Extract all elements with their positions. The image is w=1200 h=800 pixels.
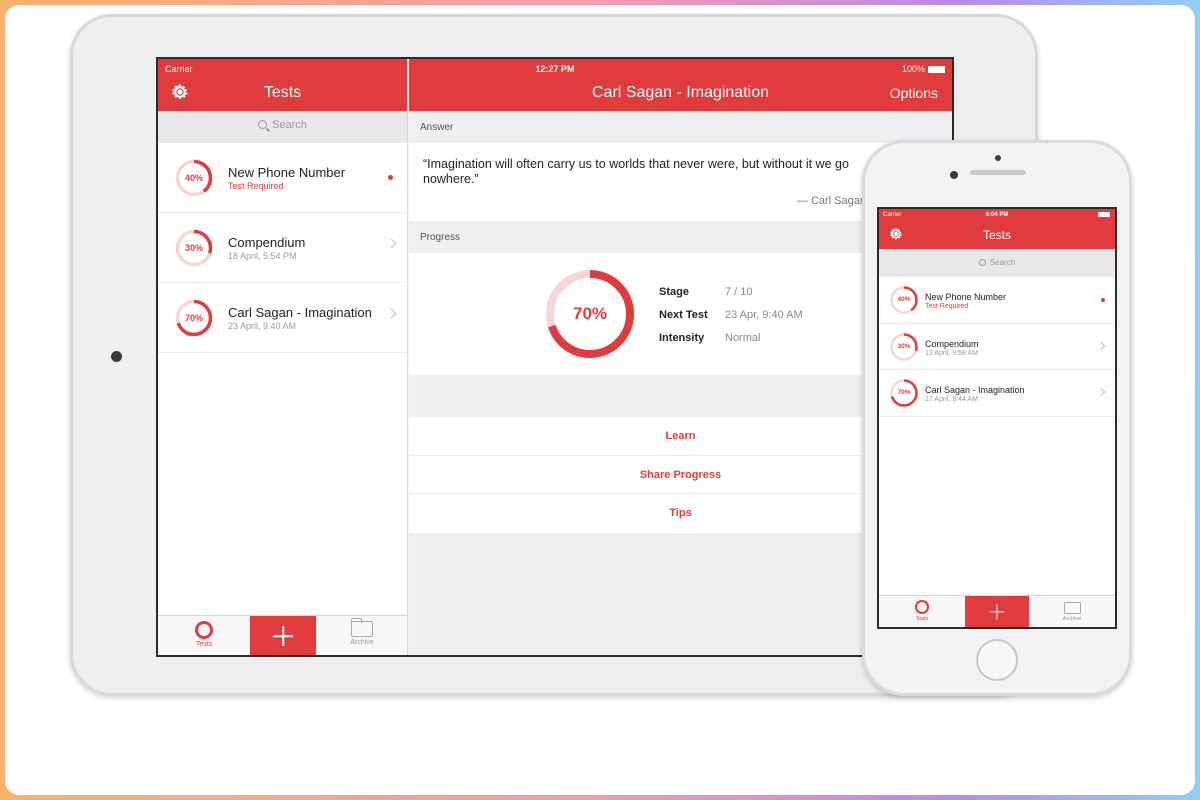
- phone-search-bar[interactable]: Search: [879, 249, 1115, 277]
- list-item[interactable]: 70% Carl Sagan - Imagination 23 April, 9…: [158, 283, 407, 353]
- item-title: Compendium: [925, 338, 979, 349]
- folder-icon: [1063, 602, 1081, 614]
- tab-archive-label: Archive: [1062, 616, 1082, 622]
- progress-ring: 30%: [174, 228, 214, 268]
- chevron-right-icon: [386, 238, 397, 249]
- progress-percent: 70%: [184, 313, 203, 323]
- intensity-value: Normal: [725, 332, 761, 344]
- add-test-button[interactable]: [250, 616, 316, 655]
- item-subtitle: 17 April, 9:44 AM: [925, 396, 978, 403]
- progress-percent: 40%: [184, 173, 203, 183]
- unread-dot-icon: [388, 175, 393, 180]
- options-button[interactable]: Options: [890, 85, 938, 101]
- item-title: Carl Sagan - Imagination: [925, 385, 1025, 395]
- progress-ring: 40%: [889, 285, 919, 315]
- camera-icon: [111, 351, 122, 362]
- quote-author: — Carl Sagan: [796, 195, 866, 207]
- item-subtitle: Test Required: [228, 181, 284, 191]
- next-test-label: Next Test: [659, 309, 708, 321]
- folder-icon: [351, 618, 373, 637]
- home-button[interactable]: [976, 639, 1018, 681]
- clock: 12:27 PM: [535, 64, 575, 74]
- search-placeholder: Search: [989, 258, 1016, 267]
- ring-icon: [195, 621, 213, 639]
- ipad-screen: Tests Search 40% New Phone Number Test R…: [156, 57, 954, 657]
- search-bar[interactable]: Search: [158, 111, 407, 143]
- tab-archive[interactable]: Archive: [316, 616, 408, 655]
- item-subtitle: 18 April, 5:54 PM: [228, 251, 297, 261]
- progress-percent: 70%: [572, 304, 608, 323]
- battery-icon: [928, 66, 945, 73]
- search-placeholder: Search: [272, 119, 307, 131]
- phone-navbar: Carrier 6:04 PM Tests: [879, 209, 1115, 249]
- list-item[interactable]: 40% New Phone Number Test Required: [158, 143, 407, 213]
- progress-percent: 30%: [897, 342, 911, 350]
- status-bar: Carrier 12:27 PM 100%: [158, 59, 952, 79]
- iphone-device: Carrier 6:04 PM Tests Search 40% New Pho…: [862, 140, 1132, 696]
- progress-ring: 40%: [174, 158, 214, 198]
- chevron-right-icon: [386, 308, 397, 319]
- item-title: Compendium: [228, 235, 306, 250]
- progress-percent: 30%: [184, 243, 203, 253]
- list-item[interactable]: 70% Carl Sagan - Imagination 17 April, 9…: [879, 370, 1115, 417]
- progress-ring: 70%: [889, 378, 919, 408]
- iphone-screen: Carrier 6:04 PM Tests Search 40% New Pho…: [877, 207, 1117, 629]
- list-item[interactable]: 30% Compendium 13 April, 9:58 AM: [879, 324, 1115, 370]
- search-icon: [978, 259, 986, 266]
- item-subtitle: 13 April, 9:58 AM: [925, 349, 978, 357]
- item-subtitle: 23 April, 9:40 AM: [228, 321, 297, 331]
- tab-bar: Tests Archive: [158, 615, 407, 655]
- progress-ring-large: 70%: [543, 267, 637, 361]
- list-item[interactable]: 40% New Phone Number Test Required: [879, 277, 1115, 324]
- sensor-icon: [995, 155, 1001, 161]
- add-test-button[interactable]: [965, 596, 1029, 627]
- search-input[interactable]: Search: [158, 119, 407, 131]
- item-title: New Phone Number: [228, 165, 346, 180]
- speaker-icon: [970, 170, 1026, 175]
- clock: 6:04 PM: [985, 212, 1009, 218]
- phone-title: Tests: [982, 228, 1011, 242]
- phone-status-bar: Carrier 6:04 PM: [879, 209, 1115, 221]
- chevron-right-icon: [1096, 341, 1106, 350]
- stage-label: Stage: [659, 286, 689, 298]
- sidebar: Tests Search 40% New Phone Number Test R…: [158, 59, 408, 655]
- tab-tests[interactable]: Tests: [158, 616, 250, 655]
- battery-icon: [1098, 212, 1110, 217]
- answer-header: Answer: [420, 122, 454, 133]
- item-subtitle: Test Required: [925, 303, 969, 310]
- tab-tests-label: Tests: [195, 641, 213, 648]
- phone-tab-bar: Tests Archive: [879, 595, 1115, 627]
- unread-dot-icon: [1101, 298, 1105, 302]
- stage-value: 7 / 10: [725, 286, 753, 298]
- intensity-label: Intensity: [659, 332, 705, 344]
- next-test-value: 23 Apr, 9:40 AM: [725, 309, 803, 321]
- tab-archive[interactable]: Archive: [1029, 596, 1115, 627]
- chevron-right-icon: [1096, 387, 1106, 397]
- battery: 100%: [902, 64, 945, 74]
- search-input[interactable]: Search: [879, 258, 1115, 267]
- progress-ring: 70%: [174, 298, 214, 338]
- item-title: New Phone Number: [925, 292, 1007, 302]
- quote-text: “Imagination will often carry us to worl…: [423, 157, 849, 186]
- sidebar-title: Tests: [263, 84, 302, 101]
- battery-percent: 100%: [901, 64, 925, 74]
- progress-percent: 40%: [897, 296, 911, 303]
- list-item[interactable]: 30% Compendium 18 April, 5:54 PM: [158, 213, 407, 283]
- item-title: Carl Sagan - Imagination: [228, 305, 372, 320]
- detail-title: Carl Sagan - Imagination: [592, 84, 769, 101]
- progress-ring: 30%: [889, 332, 919, 362]
- tab-tests[interactable]: Tests: [879, 596, 965, 627]
- tab-archive-label: Archive: [350, 639, 374, 646]
- progress-percent: 70%: [897, 389, 911, 396]
- front-camera-icon: [950, 171, 958, 179]
- tab-tests-label: Tests: [915, 616, 929, 622]
- search-icon: [258, 120, 268, 129]
- ring-icon: [915, 600, 929, 614]
